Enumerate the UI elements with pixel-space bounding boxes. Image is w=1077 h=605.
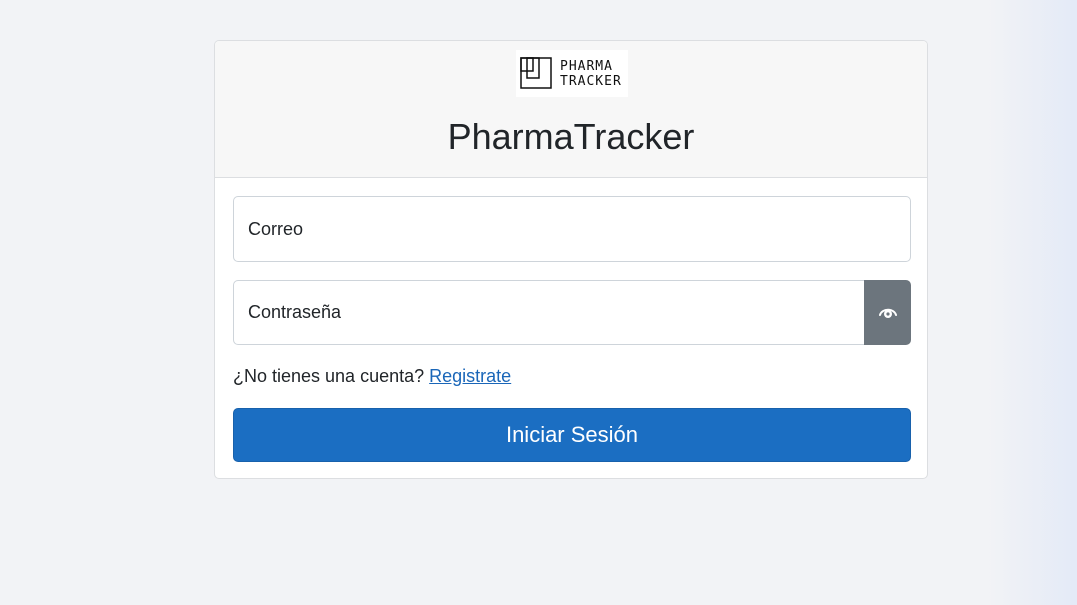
toggle-password-button[interactable] <box>864 280 911 345</box>
password-field[interactable]: Contraseña <box>233 280 865 345</box>
background-glow <box>987 0 1077 605</box>
email-field[interactable]: Correo <box>233 196 911 262</box>
email-placeholder: Correo <box>248 218 304 239</box>
logo-mark-icon <box>520 57 552 89</box>
register-link[interactable]: Registrate <box>429 366 511 386</box>
login-button[interactable]: Iniciar Sesión <box>233 408 911 462</box>
logo-wordmark: PHARMA TRACKER <box>560 59 622 89</box>
pharmatracker-logo: PHARMA TRACKER <box>516 50 628 97</box>
eye-icon <box>878 308 897 318</box>
logo-line-2: TRACKER <box>560 74 622 89</box>
login-card: PHARMA TRACKER PharmaTracker Correo Cont… <box>214 40 928 479</box>
register-prompt-text: ¿No tienes una cuenta? <box>233 366 425 386</box>
register-prompt: ¿No tienes una cuenta? Registrate <box>233 366 511 387</box>
app-title: PharmaTracker <box>447 116 695 157</box>
logo-line-1: PHARMA <box>560 59 613 74</box>
card-header: PHARMA TRACKER PharmaTracker <box>215 41 927 178</box>
password-placeholder: Contraseña <box>248 302 342 322</box>
password-group: Contraseña <box>233 280 911 345</box>
